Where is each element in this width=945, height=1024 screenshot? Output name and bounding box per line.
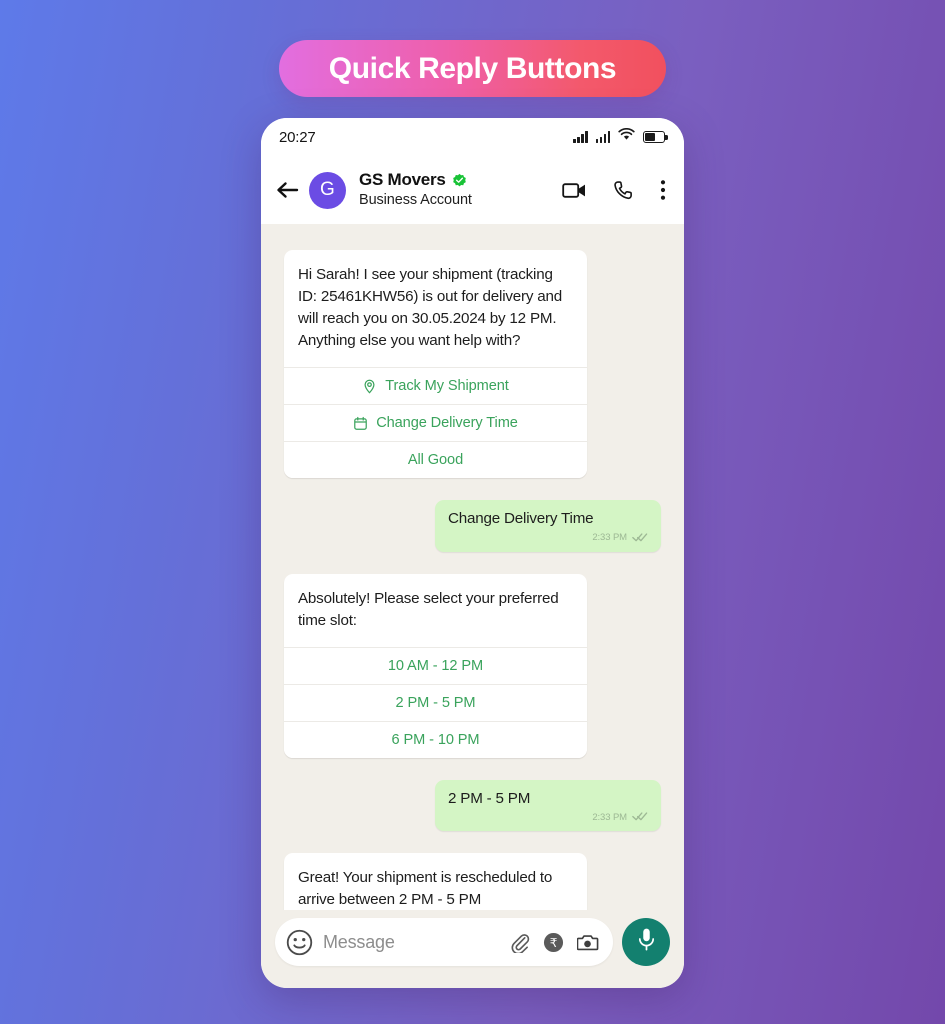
verified-badge-icon (452, 173, 466, 186)
quick-reply-change-delivery-time[interactable]: Change Delivery Time (284, 404, 587, 442)
page-title: Quick Reply Buttons (328, 51, 617, 85)
message-input-placeholder[interactable]: Message (323, 932, 499, 953)
double-check-icon (632, 808, 648, 826)
contact-info[interactable]: GS Movers Business Account (359, 170, 472, 209)
chat-message-list: Hi Sarah! I see your shipment (tracking … (261, 224, 684, 910)
quick-reply-all-good[interactable]: All Good (284, 441, 587, 479)
quick-reply-label: Track My Shipment (385, 378, 509, 395)
message-meta: 2:33 PM (448, 810, 648, 824)
avatar-initial: G (320, 179, 335, 200)
input-actions: ₹ (509, 932, 599, 953)
outgoing-message-bubble: Change Delivery Time 2:33 PM (435, 500, 661, 552)
status-time: 20:27 (279, 128, 316, 146)
outgoing-message-bubble: 2 PM - 5 PM 2:33 PM (435, 779, 661, 832)
double-check-icon (632, 529, 648, 547)
back-arrow-icon[interactable] (275, 177, 301, 203)
header-actions (562, 179, 666, 201)
quick-reply-label: 6 PM - 10 PM (391, 731, 480, 748)
message-input-bar: Message ₹ (261, 910, 684, 988)
message-row: Great! Your shipment is rescheduled to a… (284, 853, 661, 910)
message-input-container[interactable]: Message ₹ (275, 918, 613, 966)
message-timestamp: 2:33 PM (592, 532, 627, 544)
voice-record-button[interactable] (622, 918, 670, 966)
quick-reply-label: 2 PM - 5 PM (395, 694, 476, 711)
emoji-icon[interactable] (286, 929, 313, 956)
quick-reply-track-my-shipment[interactable]: Track My Shipment (284, 367, 587, 405)
voice-call-icon[interactable] (613, 180, 634, 201)
avatar[interactable]: G (309, 171, 346, 209)
quick-reply-slot-2pm-5pm[interactable]: 2 PM - 5 PM (284, 683, 587, 721)
attach-icon[interactable] (509, 932, 530, 953)
calendar-icon (353, 416, 368, 431)
quick-reply-label: Change Delivery Time (376, 415, 518, 432)
location-pin-icon (362, 379, 377, 394)
quick-reply-label: All Good (407, 452, 464, 469)
quick-reply-label: 10 AM - 12 PM (387, 657, 484, 674)
incoming-message-card: Hi Sarah! I see your shipment (tracking … (284, 250, 587, 479)
camera-icon[interactable] (577, 933, 599, 952)
message-text: 2 PM - 5 PM (448, 789, 531, 807)
svg-text:₹: ₹ (550, 935, 558, 949)
contact-name: GS Movers (359, 170, 446, 190)
message-text: Hi Sarah! I see your shipment (tracking … (298, 266, 563, 350)
quick-reply-slot-6pm-10pm[interactable]: 6 PM - 10 PM (284, 720, 587, 758)
message-text: Change Delivery Time (448, 510, 594, 528)
quick-reply-slot-10am-12pm[interactable]: 10 AM - 12 PM (284, 646, 587, 684)
microphone-icon (636, 927, 657, 957)
chat-header: G GS Movers Business Account (261, 156, 684, 224)
contact-subtitle: Business Account (359, 191, 472, 208)
message-timestamp: 2:33 PM (592, 811, 627, 823)
phone-mockup: 20:27 G GS Movers Business Account Hi Sa… (261, 118, 684, 988)
battery-icon (643, 131, 668, 143)
signal-icon (595, 131, 610, 143)
message-text: Absolutely! Please select your preferred… (298, 589, 559, 629)
message-row: Hi Sarah! I see your shipment (tracking … (284, 250, 661, 479)
incoming-message-bubble: Great! Your shipment is rescheduled to a… (284, 853, 587, 910)
message-row: Absolutely! Please select your preferred… (284, 573, 661, 758)
message-meta: 2:33 PM (448, 531, 648, 545)
incoming-message-card: Absolutely! Please select your preferred… (284, 573, 587, 758)
video-call-icon[interactable] (562, 181, 587, 200)
payment-rupee-icon[interactable]: ₹ (543, 932, 564, 953)
status-bar: 20:27 (261, 118, 684, 156)
message-row: 2 PM - 5 PM 2:33 PM (284, 779, 661, 832)
more-options-icon[interactable] (660, 179, 666, 201)
page-title-banner: Quick Reply Buttons (279, 40, 666, 97)
signal-icon (573, 131, 588, 143)
status-icons (573, 127, 668, 146)
message-row: Change Delivery Time 2:33 PM (284, 500, 661, 552)
wifi-icon (618, 127, 635, 146)
